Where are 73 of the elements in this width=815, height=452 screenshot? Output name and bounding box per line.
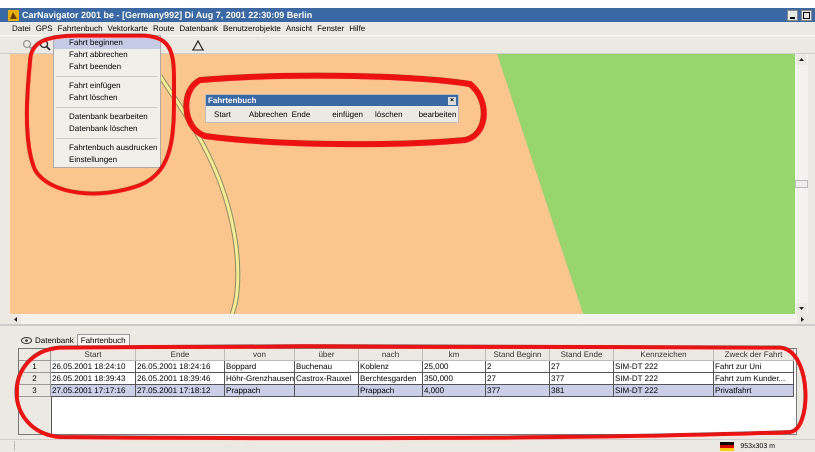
table-cell: 381 [550, 385, 614, 397]
menu-option[interactable]: Fahrtenbuch ausdrucken [54, 142, 160, 154]
column-header[interactable]: Ende [136, 349, 225, 361]
eye-icon [21, 337, 32, 344]
maximize-button[interactable] [801, 10, 812, 20]
table-cell: Koblenz [359, 361, 423, 373]
table-row[interactable]: 3 27.05.2001 17:17:16 27.05.2001 17:18:12 Prappach Prappach 4,000 377 381 SIM-DT 222 Privatfahrt [19, 385, 796, 397]
table-cell: 377 [486, 385, 550, 397]
menu-item[interactable]: Fahrtenbuch [58, 24, 103, 33]
tab[interactable]: Fahrtenbuch [76, 334, 130, 346]
toolbar-button[interactable]: einfügen [332, 110, 363, 118]
toolbar-button[interactable]: Start [214, 110, 231, 118]
scroll-thumb[interactable] [795, 180, 808, 188]
table-cell: 27.05.2001 17:17:16 [51, 385, 136, 397]
column-header[interactable]: Stand Beginn [486, 349, 550, 361]
menu-option[interactable]: Datenbank bearbeiten [54, 111, 160, 123]
table-cell: 27 [550, 361, 614, 373]
column-header[interactable]: km [423, 349, 486, 361]
toolbar-button[interactable]: bearbeiten [418, 110, 456, 118]
table-cell: 26.05.2001 18:24:10 [51, 361, 136, 373]
column-header[interactable]: über [295, 349, 359, 361]
menu-item[interactable]: Route [152, 24, 174, 33]
minimize-button[interactable] [787, 10, 798, 20]
menu-option[interactable]: Fahrt löschen [54, 92, 160, 104]
menu-item[interactable]: Ansicht [286, 24, 312, 33]
table-cell: Fahrt zur Uni [714, 361, 794, 373]
table-cell: Boppard [225, 361, 295, 373]
row-number: 2 [19, 373, 51, 385]
menu-item[interactable]: Fenster [317, 24, 344, 33]
column-header[interactable]: nach [359, 349, 423, 361]
column-header[interactable]: Stand Ende [550, 349, 614, 361]
menu-option[interactable]: Fahrt einfügen [54, 80, 160, 92]
column-header[interactable]: von [225, 349, 295, 361]
table-cell: Prappach [225, 385, 295, 397]
table-cell: 25,000 [423, 361, 486, 373]
scroll-down-icon[interactable] [796, 303, 807, 314]
zoom-icon[interactable] [22, 38, 34, 50]
maximize-icon [803, 12, 810, 18]
row-number: 3 [19, 385, 51, 397]
table-cell: SIM-DT 222 [614, 361, 714, 373]
menu-item[interactable]: Benutzerobjekte [223, 24, 281, 33]
window-title: CarNavigator 2001 be - [Germany992] Di Aug 7, 2001 22:30:09 Berlin [22, 10, 312, 20]
toolbar-title: Fahrtenbuch [208, 96, 256, 105]
menu-option[interactable]: Einstellungen [54, 154, 160, 166]
scroll-left-icon[interactable] [10, 314, 21, 324]
menu-option[interactable]: Datenbank löschen [54, 123, 160, 135]
table-cell: Buchenau [295, 361, 359, 373]
table-cell: 26.05.2001 18:24:16 [136, 361, 225, 373]
menu-item[interactable]: Hilfe [349, 24, 366, 33]
flag-icon [720, 442, 734, 450]
toolbar-button[interactable]: Ende [292, 110, 310, 118]
toolbar-button[interactable]: Abbrechen [248, 110, 288, 118]
table-cell: Prappach [359, 385, 423, 397]
table-cell: SIM-DT 222 [614, 385, 714, 397]
search-icon[interactable] [39, 38, 51, 50]
menu-item[interactable]: GPS [36, 24, 53, 33]
vertical-scrollbar[interactable] [795, 54, 808, 314]
tab[interactable]: Datenbank [18, 335, 77, 346]
toolbar-button[interactable]: löschen [375, 110, 403, 118]
table-cell: Privatfahrt [714, 385, 794, 397]
scroll-up-icon[interactable] [796, 54, 807, 65]
table-cell: 2 [486, 361, 550, 373]
column-header[interactable]: Start [51, 349, 136, 361]
menu-option[interactable]: Fahrt abbrechen [54, 49, 160, 61]
table-cell: 27.05.2001 17:18:12 [136, 385, 225, 397]
menu-option[interactable]: Fahrt beenden [54, 61, 160, 73]
menu-item[interactable]: Datei [12, 24, 31, 33]
table-row[interactable]: 1 26.05.2001 18:24:10 26.05.2001 18:24:16 Boppard Buchenau Koblenz 25,000 2 27 SIM-DT 222 Fahrt zur Uni [19, 361, 796, 373]
menu-item[interactable]: Vektorkarte [108, 24, 148, 33]
menu-item[interactable]: Datenbank [179, 24, 218, 33]
column-header[interactable]: Kennzeichen [614, 349, 714, 361]
table-cell: 4,000 [423, 385, 486, 397]
app-icon [8, 10, 19, 20]
